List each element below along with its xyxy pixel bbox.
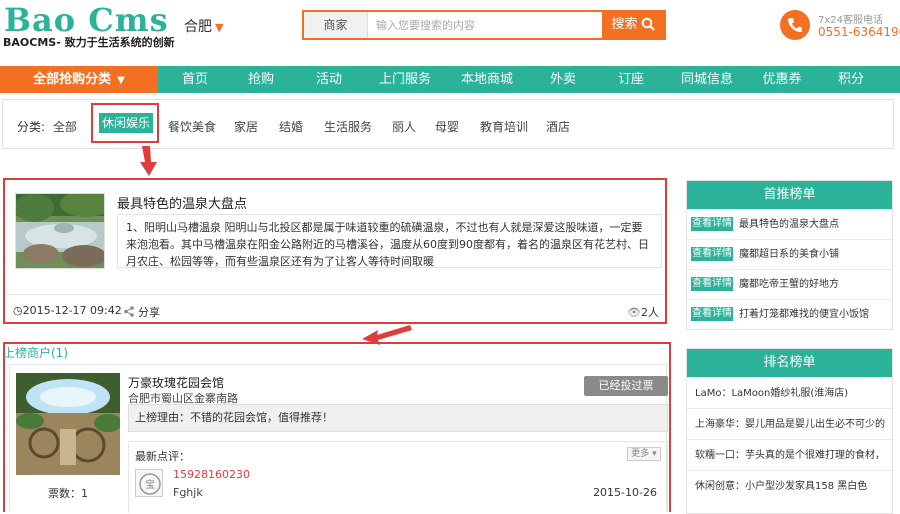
- all-categories-button[interactable]: 全部抢购分类 ▼: [0, 66, 158, 93]
- share-icon: [124, 306, 134, 317]
- review-text: Fghjk: [173, 486, 203, 499]
- filter-item-maternal[interactable]: 母婴: [435, 118, 459, 135]
- hotline-label: 7x24客服电话: [818, 15, 884, 26]
- article-views: 👁2人: [627, 304, 659, 320]
- article-summary: 1、阳明山马槽温泉 阳明山与北投区都是属于味道较重的硫磺温泉，不过也有人就是深爱…: [117, 214, 662, 268]
- search-bar: 商家 搜索: [302, 10, 666, 40]
- article-date-text: 2015-12-17 09:42: [22, 304, 122, 317]
- voted-button[interactable]: 已经投过票: [584, 376, 668, 396]
- city-name: 合肥: [184, 19, 212, 35]
- nav-item-points[interactable]: 积分: [836, 66, 866, 93]
- featured-item-title: 打着灯笼都难找的便宜小饭馆: [739, 309, 869, 320]
- nav-item-home[interactable]: 首页: [180, 66, 210, 93]
- svg-text:宝: 宝: [145, 478, 155, 491]
- eye-icon: 👁: [627, 306, 641, 319]
- filter-item-wedding[interactable]: 结婚: [279, 118, 303, 135]
- site-slogan: BAOCMS- 致力于生活系统的创新: [3, 36, 175, 49]
- review-date: 2015-10-26: [593, 486, 657, 499]
- latest-review: 最新点评： 更多 ▾ 宝 15928160230 Fghjk 2015-10-2…: [128, 441, 668, 513]
- ranking-item[interactable]: 上海豪华：婴儿用品是婴儿出生必不可少的: [687, 408, 892, 439]
- featured-item[interactable]: 查看详情 魔都吃帝王蟹的好地方: [687, 269, 892, 299]
- filter-item-education[interactable]: 教育培训: [480, 118, 528, 135]
- filter-item-hotel[interactable]: 酒店: [546, 118, 570, 135]
- caret-down-icon: ▾: [652, 449, 657, 459]
- more-reviews-button[interactable]: 更多 ▾: [627, 447, 661, 461]
- search-input[interactable]: [374, 12, 594, 38]
- more-reviews-label: 更多: [631, 449, 650, 459]
- nav-item-reservation[interactable]: 订座: [616, 66, 646, 93]
- nav-item-local-info[interactable]: 同城信息: [680, 66, 734, 93]
- view-details-tag[interactable]: 查看详情: [691, 217, 733, 231]
- filter-label: 分类:: [17, 120, 46, 134]
- annotation-arrow-down: [140, 146, 157, 176]
- view-details-tag[interactable]: 查看详情: [691, 247, 733, 261]
- featured-item-title: 最具特色的温泉大盘点: [739, 219, 839, 230]
- caret-down-icon: ▼: [117, 75, 125, 86]
- merchant-reason: 上榜理由：不错的花园会馆，值得推荐！: [128, 404, 668, 432]
- merchant-photo[interactable]: [16, 373, 120, 475]
- search-icon: [641, 17, 655, 31]
- featured-list-title: 首推榜单: [687, 181, 892, 209]
- nav-item-coupons[interactable]: 优惠券: [762, 66, 802, 93]
- view-details-tag[interactable]: 查看详情: [691, 307, 733, 321]
- site-logo[interactable]: Bao Cms: [4, 4, 169, 36]
- merchant-name[interactable]: 万豪玫瑰花园会馆: [128, 374, 224, 391]
- share-label: 分享: [138, 306, 160, 319]
- search-button[interactable]: 搜索: [602, 12, 664, 38]
- nav-item-home-service[interactable]: 上门服务: [378, 66, 432, 93]
- category-filter: 分类: 全部 休闲娱乐 餐饮美食 家居 结婚 生活服务 丽人 母婴 教育培训 酒…: [2, 99, 894, 149]
- nav-item-takeout[interactable]: 外卖: [548, 66, 578, 93]
- all-categories-label: 全部抢购分类: [33, 72, 112, 87]
- filter-item-leisure[interactable]: 休闲娱乐: [99, 113, 153, 133]
- nav-item-events[interactable]: 活动: [314, 66, 344, 93]
- article-views-count: 2人: [641, 306, 659, 319]
- featured-item-title: 魔都超日系的美食小铺: [739, 249, 839, 260]
- filter-item-beauty[interactable]: 丽人: [392, 118, 416, 135]
- ranking-item[interactable]: 软糯一口：芋头真的是个很难打理的食材，: [687, 439, 892, 470]
- review-label: 最新点评：: [135, 450, 190, 463]
- featured-item[interactable]: 查看详情 魔都超日系的美食小铺: [687, 239, 892, 269]
- filter-item-leisure-highlight: 休闲娱乐: [91, 103, 159, 143]
- filter-item-home[interactable]: 家居: [234, 118, 258, 135]
- reviewer-name[interactable]: 15928160230: [173, 468, 250, 481]
- clock-icon: ◷: [13, 304, 23, 317]
- ranking-list: 排名榜单 LaMo：LaMoon婚纱礼服(淮海店) 上海豪华：婴儿用品是婴儿出生…: [686, 348, 893, 514]
- hotline-number: 0551-63641901: [818, 25, 900, 39]
- search-type-select[interactable]: 商家: [304, 12, 368, 38]
- merchant-section-title: 上榜商户(1): [3, 346, 68, 360]
- merchant-votes: 票数：1: [48, 487, 88, 500]
- chevron-down-icon: ▼: [215, 21, 224, 34]
- city-selector[interactable]: 合肥 ▼: [184, 16, 223, 36]
- search-button-label: 搜索: [611, 17, 638, 32]
- ranking-item[interactable]: LaMo：LaMoon婚纱礼服(淮海店): [687, 377, 892, 408]
- reviewer-avatar: 宝: [135, 469, 163, 497]
- article-date: ◷2015-12-17 09:42: [13, 304, 122, 317]
- view-details-tag[interactable]: 查看详情: [691, 277, 733, 291]
- featured-item-title: 魔都吃帝王蟹的好地方: [739, 279, 839, 290]
- article-title[interactable]: 最具特色的温泉大盘点: [117, 193, 247, 212]
- ranking-item[interactable]: 休闲创意：小户型沙发家具158 黑白色: [687, 470, 892, 501]
- ranking-list-title: 排名榜单: [687, 349, 892, 377]
- nav-item-flash-sale[interactable]: 抢购: [246, 66, 276, 93]
- filter-item-life-service[interactable]: 生活服务: [324, 118, 372, 135]
- filter-item-all[interactable]: 全部: [53, 118, 77, 135]
- merchant-list: 票数：1 万豪玫瑰花园会馆 合肥市蜀山区金寨南路 已经投过票 上榜理由：不错的花…: [3, 342, 671, 513]
- featured-list: 首推榜单 查看详情 最具特色的温泉大盘点 查看详情 魔都超日系的美食小铺 查看详情魔…: [686, 180, 893, 330]
- featured-item[interactable]: 查看详情 最具特色的温泉大盘点: [687, 209, 892, 239]
- article-thumbnail[interactable]: [15, 193, 105, 269]
- site-header: Bao Cms BAOCMS- 致力于生活系统的创新 合肥▼ 商家 搜索 7x2…: [0, 0, 900, 62]
- filter-item-food[interactable]: 餐饮美食: [168, 118, 216, 135]
- featured-item[interactable]: 查看详情 打着灯笼都难找的便宜小饭馆: [687, 299, 892, 329]
- article-card: 最具特色的温泉大盘点 1、阳明山马槽温泉 阳明山与北投区都是属于味道较重的硫磺温…: [3, 178, 667, 324]
- share-button[interactable]: 分享: [123, 304, 160, 320]
- merchant-card: 票数：1 万豪玫瑰花园会馆 合肥市蜀山区金寨南路 已经投过票 上榜理由：不错的花…: [9, 364, 668, 513]
- nav-item-local-mall[interactable]: 本地商城: [460, 66, 514, 93]
- phone-icon: [780, 10, 810, 40]
- article-divider: [5, 294, 665, 295]
- main-nav: 全部抢购分类 ▼ 首页 抢购 活动 上门服务 本地商城 外卖 订座 同城信息 优惠…: [0, 66, 900, 93]
